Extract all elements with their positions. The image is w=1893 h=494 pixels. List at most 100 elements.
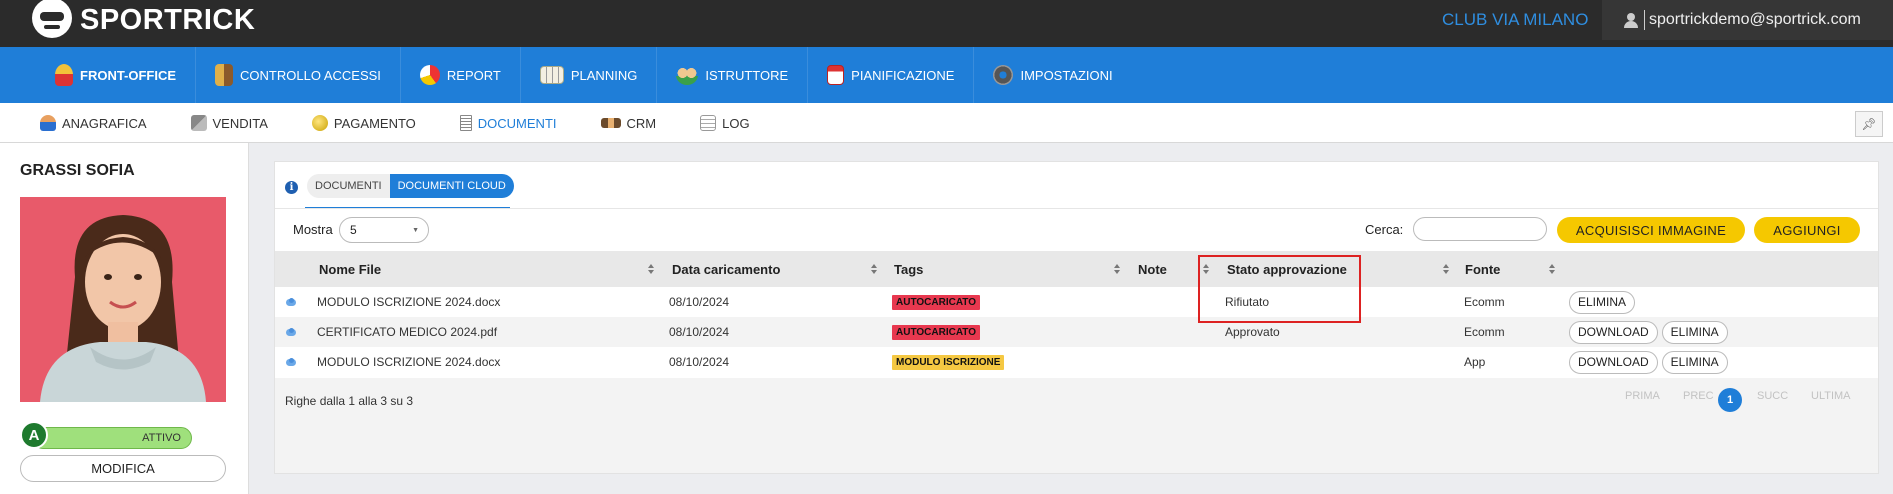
col-nome-file[interactable]: Nome File [319,251,381,287]
subnav-label: DOCUMENTI [477,115,557,131]
member-photo[interactable] [20,197,226,402]
table-row: MODULO ISCRIZIONE 2024.docx 08/10/2024 A… [275,287,1878,317]
delete-button[interactable]: ELIMINA [1661,320,1728,344]
document-icon [459,115,472,131]
calendar-icon [827,65,845,85]
col-tags[interactable]: Tags [894,251,923,287]
nav-planning[interactable]: PLANNING [521,47,658,103]
subnav-vendita[interactable]: VENDITA [190,103,268,143]
download-button[interactable]: DOWNLOAD [1569,350,1658,374]
pager-prev[interactable]: PREC [1683,390,1714,402]
file-name[interactable]: MODULO ISCRIZIONE 2024.docx [317,287,500,317]
table-header: Nome File Data caricamento Tags Note Sta… [275,251,1878,287]
nav-controllo-accessi[interactable]: CONTROLLO ACCESSI [196,47,401,103]
search-input[interactable] [1413,217,1547,241]
nav-label: PIANIFICAZIONE [851,67,955,83]
sportrick-logo[interactable]: SPORTRICK [32,0,255,40]
approval-status: Rifiutato [1225,295,1270,309]
access-control-icon [215,64,234,86]
subnav-documenti[interactable]: DOCUMENTI [459,103,557,143]
file-name[interactable]: MODULO ISCRIZIONE 2024.docx [317,347,500,377]
page-size-value: 5 [350,223,357,237]
subnav-label: ANAGRAFICA [62,115,147,131]
sort-icon[interactable] [648,264,655,274]
sort-icon[interactable] [1443,264,1450,274]
approval-status: Approvato [1225,325,1280,339]
sort-icon[interactable] [1114,264,1121,274]
front-office-icon [55,64,73,86]
table-row: MODULO ISCRIZIONE 2024.docx 08/10/2024 M… [275,347,1878,377]
acquire-image-button[interactable]: ACQUISISCI IMMAGINE [1557,217,1745,243]
handshake-icon [600,118,621,128]
col-note[interactable]: Note [1138,251,1167,287]
tag-badge: AUTOCARICATO [892,294,980,310]
pin-icon: 📌︎ [1861,117,1877,131]
col-data-caricamento[interactable]: Data caricamento [672,251,780,287]
nav-label: PLANNING [570,67,638,83]
sort-icon[interactable] [1549,264,1556,274]
pin-button[interactable]: 📌︎ [1855,111,1883,137]
nav-pianificazione[interactable]: PIANIFICAZIONE [808,47,975,103]
rows-info: Righe dalla 1 alla 3 su 3 [285,394,414,408]
file-name[interactable]: CERTIFICATO MEDICO 2024.pdf [317,317,497,347]
download-button[interactable]: DOWNLOAD [1569,320,1658,344]
nav-front-office[interactable]: FRONT-OFFICE [36,47,197,111]
upload-date: 08/10/2024 [669,295,730,309]
pager-next[interactable]: SUCC [1757,390,1788,402]
instructor-icon [676,65,699,85]
club-name-link[interactable]: CLUB VIA MILANO [1442,10,1588,30]
tab-documenti-cloud[interactable]: DOCUMENTI CLOUD [389,174,514,198]
page-size-select[interactable]: 5 ▼ [339,217,429,243]
card-divider [275,208,1878,209]
col-stato-approvazione[interactable]: Stato approvazione [1227,251,1347,287]
delete-button[interactable]: ELIMINA [1569,290,1636,314]
status-pill: ATTIVO [32,427,192,449]
cloud-file-icon [285,357,297,367]
nav-label: FRONT-OFFICE [80,67,177,83]
sort-icon[interactable] [871,264,878,274]
upload-date: 08/10/2024 [669,325,730,339]
user-menu[interactable]: sportrickdemo@sportrick.com [1602,0,1893,40]
cloud-file-icon [285,327,297,337]
delete-button[interactable]: ELIMINA [1661,350,1728,374]
sort-icon[interactable] [1203,264,1210,274]
source: App [1464,355,1486,369]
pager-last[interactable]: ULTIMA [1811,390,1851,402]
col-fonte[interactable]: Fonte [1465,251,1500,287]
member-panel: GRASSI SOFIA ATTIVO A MODIFICA [0,143,249,494]
report-pie-icon [419,65,440,85]
documents-card: i DOCUMENTI DOCUMENTI CLOUD Mostra 5 ▼ C… [274,161,1879,474]
search-label: Cerca: [1365,222,1404,237]
tab-documenti[interactable]: DOCUMENTI [307,174,390,198]
tag-badge: AUTOCARICATO [892,324,980,340]
subnav-crm[interactable]: CRM [600,103,656,143]
nav-impostazioni[interactable]: IMPOSTAZIONI [974,47,1131,103]
sub-nav: ANAGRAFICA VENDITA PAGAMENTO DOCUMENTI C… [0,103,1893,143]
log-icon [700,115,717,131]
pager-current-page[interactable]: 1 [1718,388,1742,412]
add-document-button[interactable]: AGGIUNGI [1754,217,1860,243]
main-nav: FRONT-OFFICE CONTROLLO ACCESSI REPORT PL… [0,47,1893,111]
pager-first[interactable]: PRIMA [1625,390,1660,402]
info-icon[interactable]: i [285,181,298,194]
nav-report[interactable]: REPORT [401,47,521,103]
cloud-file-icon [285,297,297,307]
nav-label: CONTROLLO ACCESSI [240,67,381,83]
source: Ecomm [1464,295,1505,309]
subnav-pagamento[interactable]: PAGAMENTO [311,103,416,143]
table-row: CERTIFICATO MEDICO 2024.pdf 08/10/2024 A… [275,317,1878,347]
tag-badge: MODULO ISCRIZIONE [892,354,1005,370]
edit-member-button[interactable]: MODIFICA [20,455,226,482]
subnav-anagrafica[interactable]: ANAGRAFICA [40,103,147,143]
nav-label: REPORT [446,67,501,83]
user-email: sportrickdemo@sportrick.com [1649,11,1861,28]
logo-text: SPORTRICK [80,3,256,36]
subnav-log[interactable]: LOG [700,103,750,143]
status-label: ATTIVO [142,432,181,444]
person-icon [40,115,56,131]
show-label: Mostra [293,222,333,237]
planning-icon [539,66,564,84]
nav-istruttore[interactable]: ISTRUTTORE [657,47,809,103]
subnav-label: VENDITA [212,115,268,131]
status-badge: A [20,421,48,449]
